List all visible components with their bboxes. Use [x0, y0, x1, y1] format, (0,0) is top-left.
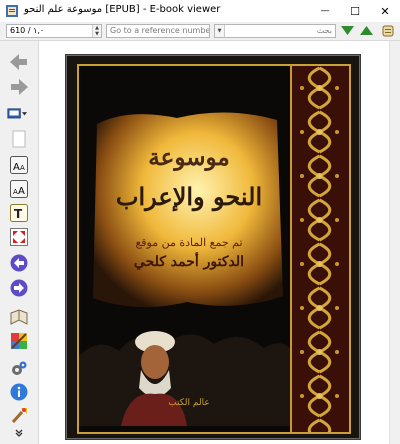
cover-subtitle-line2: الدكتور أحمد كلحي [133, 254, 245, 270]
next-page-icon [10, 279, 28, 297]
reference-placeholder: Go to a reference number... [110, 26, 210, 35]
cover-subtitle-line1: تم جمع المادة من موقع [135, 236, 243, 249]
fullscreen-button[interactable] [9, 227, 29, 247]
font-smaller-button[interactable]: AA [9, 179, 29, 199]
svg-text:A: A [18, 186, 25, 197]
find-next-icon[interactable] [341, 26, 354, 36]
next-page-button[interactable] [9, 278, 29, 298]
cover-title-line2: النحو والإعراب [115, 182, 263, 211]
copy-button[interactable] [9, 129, 29, 149]
svg-text:A: A [13, 162, 20, 173]
text-button[interactable]: T [9, 203, 29, 223]
back-button[interactable] [9, 52, 29, 72]
more-tools-button[interactable] [9, 427, 29, 439]
theme-icon [11, 333, 27, 349]
document-view[interactable]: موسوعة النحو والإعراب تم جمع المادة من م… [39, 41, 400, 444]
previous-page-icon [10, 254, 28, 272]
library-button[interactable] [7, 103, 27, 123]
publisher-logo: عالم الكتب [168, 398, 210, 408]
position-value: 610 / ١,٠ [10, 26, 45, 35]
find-previous-icon[interactable] [360, 26, 373, 36]
back-icon [10, 54, 27, 70]
font-larger-button[interactable]: AA [9, 155, 29, 175]
preferences-button[interactable] [9, 359, 29, 379]
vertical-scrollbar[interactable] [389, 41, 400, 444]
library-icon [7, 108, 27, 119]
cover-frame: موسوعة النحو والإعراب تم جمع المادة من م… [77, 64, 351, 434]
close-icon: ✕ [380, 4, 390, 18]
title-bar: موسوعة علم النحو [EPUB] - E-book viewer … [0, 0, 400, 23]
parchment-scroll-image [93, 112, 283, 308]
minimize-icon: — [320, 6, 330, 16]
forward-button[interactable] [9, 77, 29, 97]
font-larger-icon: AA [10, 156, 28, 174]
forward-icon [11, 79, 28, 95]
copy-icon [12, 130, 26, 148]
bookmark-icon [10, 309, 28, 325]
fullscreen-icon [10, 228, 28, 246]
position-stepper[interactable]: ▲ ▼ [92, 25, 101, 37]
svg-text:T: T [14, 207, 23, 221]
svg-text:A: A [20, 164, 25, 172]
tools-icon [11, 408, 27, 424]
cover-title-line1: موسوعة [148, 144, 230, 171]
previous-page-button[interactable] [9, 253, 29, 273]
theme-button[interactable] [9, 331, 29, 351]
navigation-toolbar: 610 / ١,٠ ▲ ▼ Go to a reference number...… [0, 22, 400, 41]
scholar-portrait [121, 331, 187, 426]
minimize-button[interactable]: — [310, 0, 340, 22]
info-icon [10, 383, 28, 401]
window-title: موسوعة علم النحو [EPUB] - E-book viewer [24, 4, 221, 15]
maximize-button[interactable]: ☐ [340, 0, 370, 22]
app-icon [6, 5, 18, 17]
maximize-icon: ☐ [350, 4, 360, 18]
info-button[interactable] [9, 382, 29, 402]
chevron-down-icon [15, 429, 23, 437]
reference-input[interactable]: Go to a reference number... [106, 24, 210, 38]
search-placeholder: بحث [316, 26, 332, 35]
bookmark-button[interactable] [9, 307, 29, 327]
ornamental-border [290, 66, 349, 432]
side-toolbar: AA AA T [0, 41, 39, 444]
book-cover-page: موسوعة النحو والإعراب تم جمع المادة من م… [66, 55, 360, 439]
search-dropdown[interactable]: ▼ [215, 25, 225, 37]
font-smaller-icon: AA [10, 180, 28, 198]
tools-button[interactable] [9, 405, 29, 425]
search-input[interactable]: بحث ▼ [214, 24, 336, 38]
scroll-icon[interactable] [381, 24, 395, 38]
position-spinbox[interactable]: 610 / ١,٠ ▲ ▼ [6, 24, 102, 38]
close-button[interactable]: ✕ [370, 0, 400, 22]
text-icon: T [10, 204, 28, 222]
preferences-icon [12, 361, 27, 375]
